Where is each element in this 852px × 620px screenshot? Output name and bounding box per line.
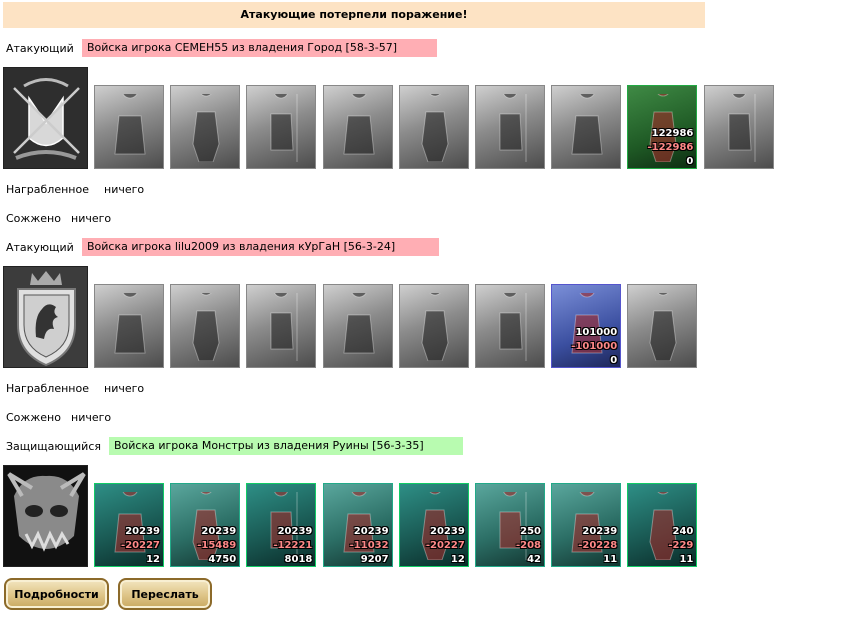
unit-loss-count: -101000 xyxy=(571,341,618,352)
priest-unit-icon xyxy=(571,94,603,155)
army-title-attacker-2: Войска игрока lilu2009 из владения кУрГа… xyxy=(82,238,439,256)
unit-card[interactable] xyxy=(551,85,622,169)
unit-card[interactable] xyxy=(322,85,393,169)
loot-label: Награбленное xyxy=(6,382,89,395)
unit-card[interactable]: 20239 -15489 4750 xyxy=(170,483,241,567)
unit-card[interactable]: 240 -229 11 xyxy=(627,483,698,567)
crest-crossed-bows-icon xyxy=(3,67,88,169)
swordsman-unit-icon xyxy=(192,94,220,162)
dwarf-unit-icon xyxy=(114,94,146,155)
unit-card[interactable] xyxy=(94,284,164,368)
unit-loss-count: -12221 xyxy=(273,540,313,551)
unit-card[interactable] xyxy=(246,85,317,169)
pegasus-unit-icon xyxy=(343,293,375,354)
role-label-attacker-1: Атакующий xyxy=(6,42,74,55)
unit-card[interactable] xyxy=(398,85,469,169)
unit-remaining-count: 11 xyxy=(679,554,694,565)
unit-card[interactable]: 101000 -101000 0 xyxy=(551,284,622,368)
loot-label: Награбленное xyxy=(6,183,89,196)
details-button[interactable]: Подробности xyxy=(4,578,109,610)
unit-card[interactable] xyxy=(627,284,698,368)
burned-value: ничего xyxy=(71,411,112,424)
battle-result-banner: Атакующие потерпели поражение! xyxy=(3,2,705,28)
unit-remaining-count: 11 xyxy=(603,554,618,565)
unit-remaining-count: 4750 xyxy=(208,554,237,565)
unit-loss-count: -11032 xyxy=(349,540,389,551)
burned-label: Сожжено xyxy=(6,212,61,225)
elder-unit-icon xyxy=(728,94,756,162)
unit-card[interactable] xyxy=(170,284,241,368)
monk-unit-icon xyxy=(499,94,527,162)
unit-remaining-count: 0 xyxy=(610,355,618,366)
halberdier-unit-icon xyxy=(192,293,220,361)
unit-total-count: 250 xyxy=(520,526,541,537)
unit-total-count: 101000 xyxy=(575,327,618,338)
army-title-attacker-1: Войска игрока СЕМЕН55 из владения Город … xyxy=(82,39,437,57)
role-label-attacker-2: Атакующий xyxy=(6,241,74,254)
unit-remaining-count: 0 xyxy=(686,156,694,167)
unit-total-count: 20239 xyxy=(582,526,618,537)
ghost-unit-icon xyxy=(649,293,677,361)
unit-loss-count: -229 xyxy=(668,540,694,551)
unit-card[interactable]: 250 -208 42 xyxy=(475,483,545,567)
unit-card[interactable]: 20239 -12221 8018 xyxy=(246,483,317,567)
unit-loss-count: -20228 xyxy=(578,540,618,551)
griffin-unit-icon xyxy=(343,94,375,155)
unit-loss-count: -20227 xyxy=(121,540,160,551)
unit-total-count: 20239 xyxy=(277,526,313,537)
donkey-rider-unit-icon xyxy=(114,293,146,354)
unit-card[interactable]: 20239 -20228 11 xyxy=(551,483,622,567)
unit-card[interactable]: 20239 -11032 9207 xyxy=(322,483,393,567)
unit-card[interactable] xyxy=(322,284,393,368)
cavalry-unit-icon xyxy=(270,293,298,361)
hooded-unit-icon xyxy=(499,293,527,361)
unit-card[interactable]: 122986 -122986 0 xyxy=(627,85,698,169)
unit-remaining-count: 12 xyxy=(146,554,160,565)
burned-label: Сожжено xyxy=(6,411,61,424)
loot-value: ничего xyxy=(104,183,145,196)
unit-total-count: 122986 xyxy=(651,128,694,139)
unit-card[interactable] xyxy=(246,284,317,368)
unit-total-count: 20239 xyxy=(201,526,237,537)
crest-monster-skull-icon xyxy=(3,465,88,567)
role-label-defender: Защищающийся xyxy=(6,440,101,453)
unit-card[interactable] xyxy=(170,85,241,169)
unit-total-count: 20239 xyxy=(430,526,465,537)
crossbowman-unit-icon xyxy=(421,293,449,361)
spearman-unit-icon xyxy=(270,94,298,162)
crest-lion-shield-icon xyxy=(3,266,88,368)
unit-remaining-count: 8018 xyxy=(284,554,313,565)
unit-loss-count: -15489 xyxy=(197,540,237,551)
archer-unit-icon xyxy=(421,94,449,162)
unit-loss-count: -20227 xyxy=(425,540,465,551)
unit-remaining-count: 12 xyxy=(450,554,465,565)
unit-card[interactable] xyxy=(398,284,469,368)
unit-remaining-count: 42 xyxy=(527,554,541,565)
unit-total-count: 20239 xyxy=(353,526,389,537)
unit-loss-count: -122986 xyxy=(647,142,694,153)
unit-remaining-count: 9207 xyxy=(360,554,389,565)
unit-card[interactable] xyxy=(94,85,164,169)
unit-card[interactable]: 20239 -20227 12 xyxy=(94,483,164,567)
burned-value: ничего xyxy=(71,212,112,225)
unit-card[interactable] xyxy=(703,85,774,169)
unit-card[interactable] xyxy=(475,85,545,169)
forward-button[interactable]: Переслать xyxy=(118,578,212,610)
unit-card[interactable]: 20239 -20227 12 xyxy=(398,483,469,567)
unit-card[interactable] xyxy=(475,284,545,368)
unit-loss-count: -208 xyxy=(515,540,541,551)
unit-total-count: 20239 xyxy=(125,526,160,537)
loot-value: ничего xyxy=(104,382,145,395)
army-title-defender: Войска игрока Монстры из владения Руины … xyxy=(109,437,463,455)
unit-total-count: 240 xyxy=(672,526,694,537)
